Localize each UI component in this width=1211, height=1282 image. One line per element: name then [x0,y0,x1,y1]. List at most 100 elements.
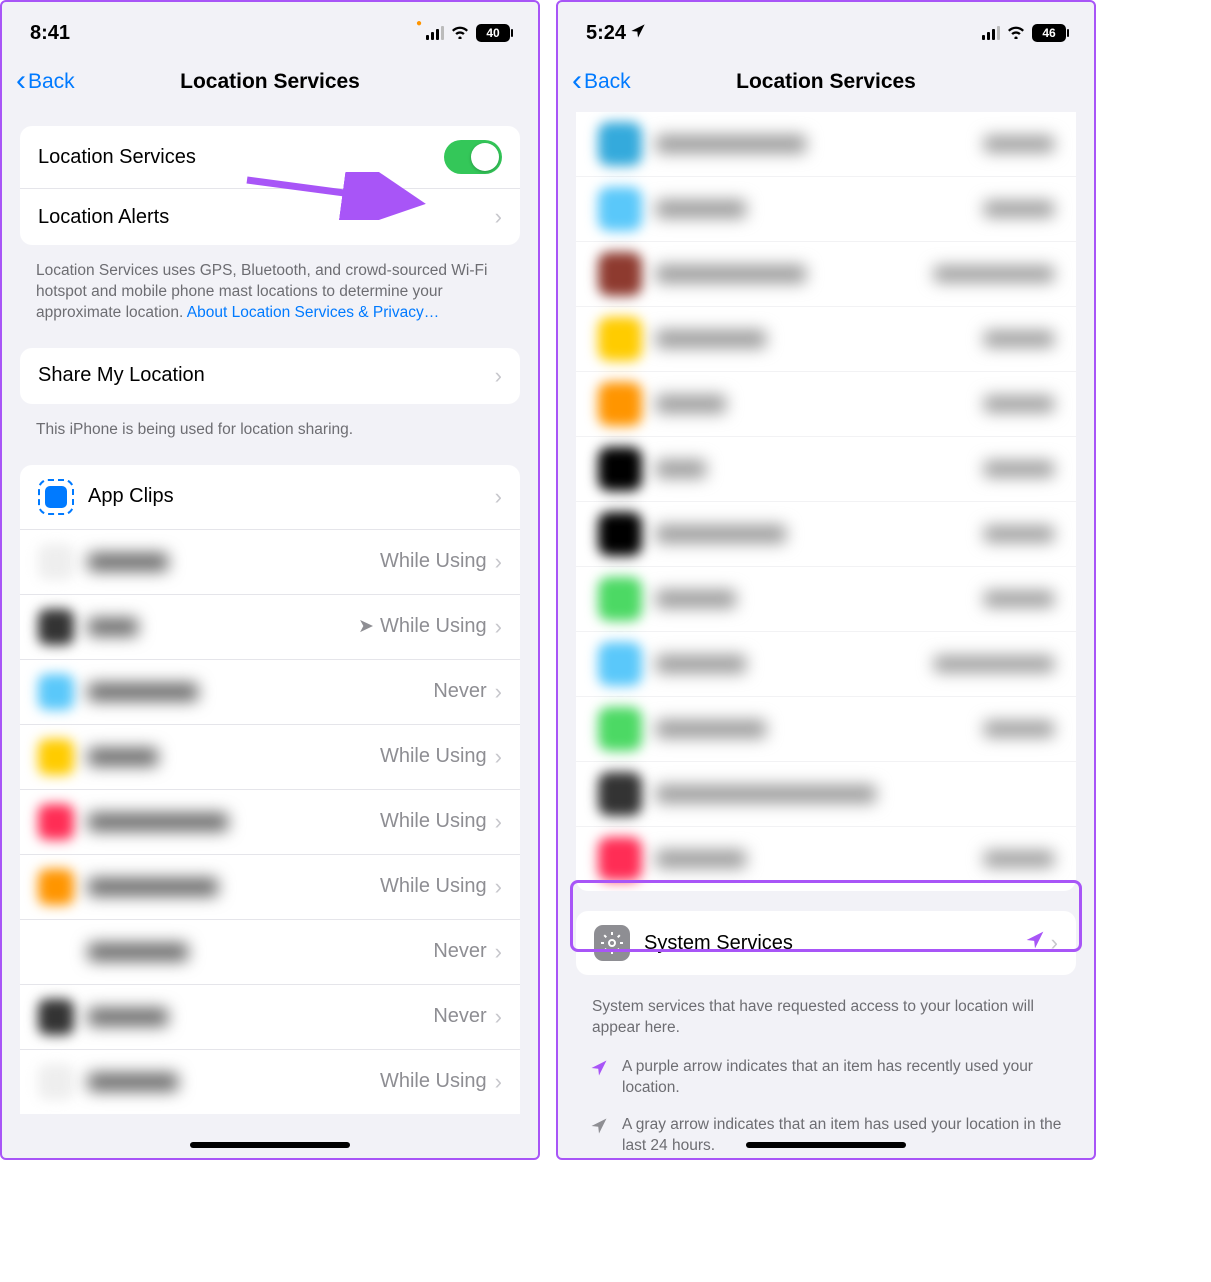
app-row[interactable] [576,307,1076,372]
battery-indicator: 40 [476,24,510,42]
nav-header: ‹ Back Location Services [558,56,1094,112]
app-icon [38,544,74,580]
app-icon [38,804,74,840]
location-arrow-icon [1025,930,1045,956]
chevron-right-icon: › [495,679,502,705]
app-permission: Never [433,1005,486,1028]
left-screenshot: 8:41 ● 40 ‹ Back Location Services Locat… [0,0,540,1160]
app-row[interactable] [576,502,1076,567]
chevron-right-icon: › [495,1004,502,1030]
app-row[interactable] [576,177,1076,242]
legend-gray: A gray arrow indicates that an item has … [558,1107,1094,1160]
app-row[interactable] [576,112,1076,177]
app-clips-icon [38,479,74,515]
system-services-label: System Services [644,932,1025,955]
right-screenshot: 5:24 46 ‹ Back Location Services [556,0,1096,1160]
app-row[interactable] [576,827,1076,891]
home-indicator [746,1142,906,1148]
page-title: Location Services [2,70,538,94]
app-permission: While Using [380,875,487,898]
share-location-group: Share My Location › [20,348,520,404]
nav-header: ‹ Back Location Services [2,56,538,112]
app-icon [38,1064,74,1100]
app-row[interactable]: Never › [20,920,520,985]
app-icon [38,609,74,645]
app-name-blurred [88,683,198,701]
apps-list-group: App Clips › While Using › ➤ While Using … [20,465,520,1114]
app-row[interactable]: Never › [20,985,520,1050]
app-row[interactable] [576,242,1076,307]
system-services-row[interactable]: System Services › [576,911,1076,975]
app-name-blurred [88,878,218,896]
app-name-blurred [88,943,188,961]
chevron-right-icon: › [495,744,502,770]
location-arrow-icon: ➤ [358,615,374,638]
location-services-row[interactable]: Location Services [20,126,520,189]
gear-icon [594,925,630,961]
chevron-right-icon: › [495,874,502,900]
chevron-right-icon: › [495,809,502,835]
share-location-footer: This iPhone is being used for location s… [2,412,538,451]
cellular-signal-icon [426,26,444,40]
app-row[interactable]: While Using › [20,790,520,855]
chevron-right-icon: › [495,614,502,640]
location-active-icon [630,23,646,44]
back-button[interactable]: ‹ Back [16,69,75,96]
orange-dot-indicator: ● [416,18,422,29]
app-icon [38,934,74,970]
location-services-footer: Location Services uses GPS, Bluetooth, a… [2,253,538,334]
chevron-right-icon: › [1051,930,1058,956]
location-alerts-row[interactable]: Location Alerts › [20,189,520,245]
back-label: Back [584,70,631,94]
about-privacy-link[interactable]: About Location Services & Privacy… [187,304,439,321]
app-icon [38,674,74,710]
status-bar: 5:24 46 [558,2,1094,56]
app-row[interactable]: While Using › [20,1050,520,1114]
status-time: 8:41 [30,22,70,45]
chevron-right-icon: › [495,363,502,389]
app-row[interactable] [576,437,1076,502]
back-button[interactable]: ‹ Back [572,69,631,96]
app-permission: While Using [380,810,487,833]
app-icon [38,869,74,905]
home-indicator [190,1142,350,1148]
battery-indicator: 46 [1032,24,1066,42]
app-row[interactable]: While Using › [20,530,520,595]
app-name-blurred [88,748,158,766]
location-alerts-label: Location Alerts [38,206,495,229]
app-row[interactable] [576,567,1076,632]
app-icon [38,999,74,1035]
location-services-toggle[interactable] [444,140,502,174]
app-row[interactable] [576,632,1076,697]
app-permission: Never [433,940,486,963]
app-row[interactable] [576,372,1076,437]
app-row[interactable]: Never › [20,660,520,725]
app-name-blurred [88,553,168,571]
system-services-footer: System services that have requested acce… [558,983,1094,1049]
share-my-location-row[interactable]: Share My Location › [20,348,520,404]
back-label: Back [28,70,75,94]
app-permission: While Using [380,1070,487,1093]
wifi-icon [450,23,470,44]
app-permission: While Using [380,745,487,768]
share-my-location-label: Share My Location [38,364,495,387]
chevron-right-icon: › [495,1069,502,1095]
chevron-right-icon: › [495,484,502,510]
app-clips-row[interactable]: App Clips › [20,465,520,530]
app-row[interactable]: ➤ While Using › [20,595,520,660]
location-services-label: Location Services [38,146,444,169]
app-name-blurred [88,1008,168,1026]
blurred-apps-list [576,112,1076,891]
chevron-left-icon: ‹ [572,66,582,96]
location-arrow-icon [590,1117,608,1141]
chevron-right-icon: › [495,549,502,575]
app-row[interactable] [576,762,1076,827]
location-toggle-group: Location Services Location Alerts › [20,126,520,245]
system-services-group: System Services › [576,911,1076,975]
location-arrow-icon [590,1059,608,1083]
app-row[interactable]: While Using › [20,725,520,790]
status-time: 5:24 [586,22,626,45]
app-row[interactable] [576,697,1076,762]
cellular-signal-icon [982,26,1000,40]
app-row[interactable]: While Using › [20,855,520,920]
